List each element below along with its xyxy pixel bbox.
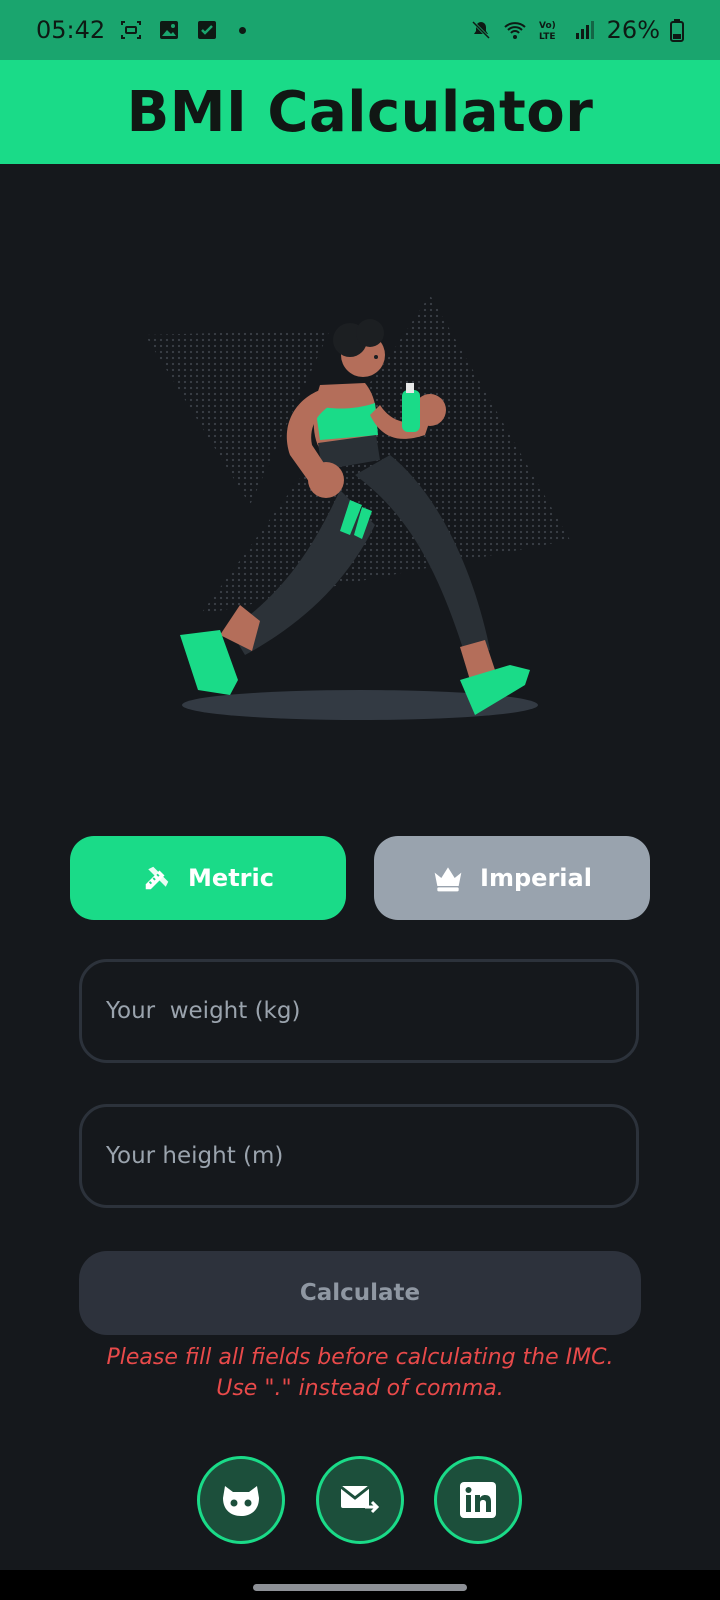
mail-forward-icon <box>340 1485 380 1514</box>
runner-illustration <box>145 295 570 720</box>
svg-text:LTE: LTE <box>539 32 556 42</box>
volte-icon: Vo) LTE <box>539 21 556 42</box>
weight-input[interactable] <box>104 997 636 1025</box>
svg-text:Vo): Vo) <box>539 21 556 31</box>
app-bar: BMI Calculator <box>0 60 720 164</box>
imperial-label: Imperial <box>480 864 592 892</box>
height-field[interactable] <box>79 1104 639 1208</box>
crown-icon <box>434 867 462 892</box>
imperial-button[interactable]: Imperial <box>374 836 650 920</box>
linkedin-button[interactable] <box>434 1456 522 1544</box>
screen-record-icon <box>121 21 142 39</box>
notification-dot <box>239 26 247 34</box>
weight-field[interactable] <box>79 959 639 1063</box>
mail-button[interactable] <box>316 1456 404 1544</box>
metric-label: Metric <box>188 864 274 892</box>
error-message: Please fill all fields before calculatin… <box>106 1345 614 1401</box>
battery-percent: 26% <box>606 16 660 44</box>
home-indicator[interactable] <box>253 1584 467 1591</box>
github-icon <box>223 1486 259 1516</box>
status-bar: 05:42 Vo) LTE 26% <box>0 0 720 60</box>
github-button[interactable] <box>197 1456 285 1544</box>
metric-button[interactable]: Metric <box>70 836 346 920</box>
ruler-pencil-icon <box>145 866 169 890</box>
status-time: 05:42 <box>36 16 106 44</box>
wifi-icon <box>503 22 526 39</box>
mute-icon <box>471 20 490 40</box>
app-title: BMI Calculator <box>126 79 594 145</box>
height-input[interactable] <box>104 1142 636 1170</box>
battery-icon <box>670 19 684 42</box>
image-icon <box>160 21 179 39</box>
signal-icon <box>575 21 594 39</box>
linkedin-icon <box>460 1482 496 1518</box>
check-icon <box>198 21 217 39</box>
calculate-button[interactable]: Calculate <box>79 1251 641 1335</box>
